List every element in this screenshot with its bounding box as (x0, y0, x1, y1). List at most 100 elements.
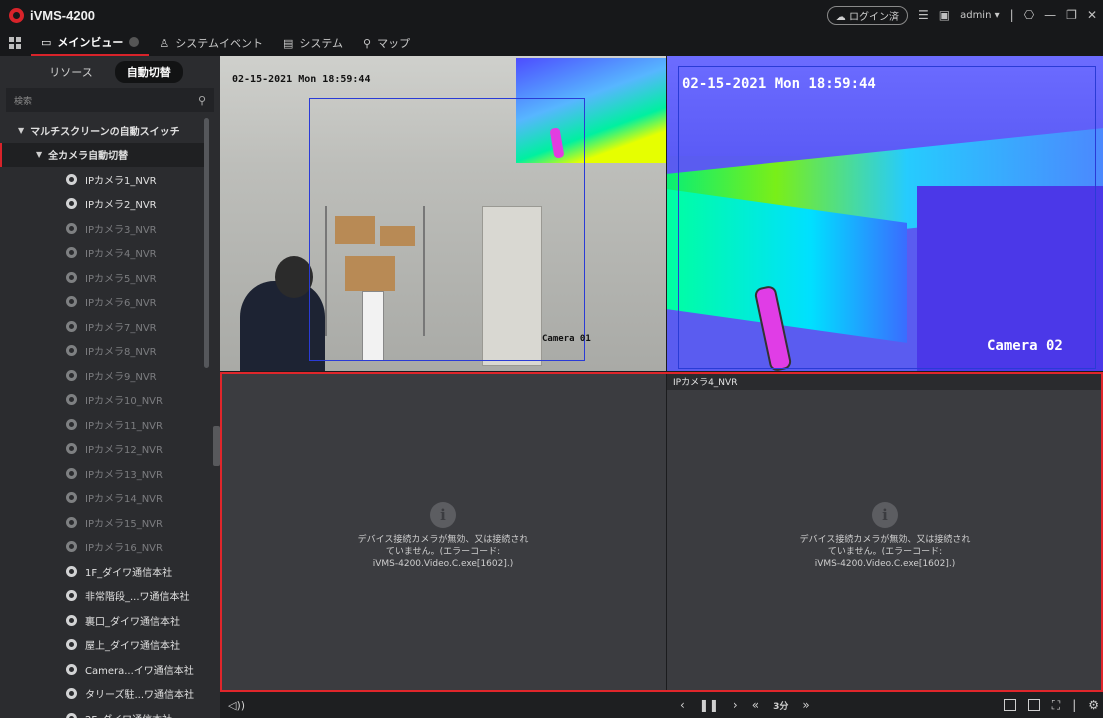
camera-list-item[interactable]: IPカメラ1_NVR (0, 167, 220, 192)
camera-label: 1F_ダイワ通信本社 (85, 567, 173, 579)
tab-resource[interactable]: リソース (37, 61, 104, 83)
fast-forward-icon[interactable]: » (802, 698, 809, 712)
tree-group[interactable]: ▼ マルチスクリーンの自動スイッチ (0, 118, 220, 143)
camera-list-item[interactable]: IPカメラ16_NVR (0, 535, 220, 560)
pause-icon[interactable]: ❚❚ (699, 698, 719, 712)
camera-icon (66, 394, 77, 406)
camera-list-item[interactable]: IPカメラ3_NVR (0, 216, 220, 241)
camera-label: 2F_ダイワ通信本社 (85, 711, 172, 718)
camera-list-item[interactable]: IPカメラ11_NVR (0, 412, 220, 437)
camera-list-item[interactable]: タリーズ駐...ワ通信本社 (0, 682, 220, 707)
camera-icon (66, 516, 77, 528)
list-icon[interactable]: ☰ (918, 8, 929, 22)
camera-list-item[interactable]: 2F_ダイワ通信本社 (0, 706, 220, 718)
camera-list-item[interactable]: 非常階段_...ワ通信本社 (0, 584, 220, 609)
video-pane-4[interactable]: IPカメラ4_NVR i デバイス接続カメラが無効、又は接続され ていません。(… (667, 372, 1103, 692)
window-stop-icon[interactable] (1027, 699, 1040, 711)
user-menu[interactable]: admin ▾ (960, 10, 1000, 21)
caret-down-icon[interactable]: ▼ (18, 126, 24, 135)
tab-map[interactable]: ⚲ マップ (353, 30, 420, 56)
camera-list-item[interactable]: IPカメラ13_NVR (0, 461, 220, 486)
minimize-icon[interactable]: — (1044, 8, 1056, 22)
rewind-icon[interactable]: « (752, 698, 759, 712)
search-placeholder: 検索 (14, 96, 33, 107)
sidebar-scrollbar[interactable] (204, 118, 209, 368)
camera-icon (66, 418, 77, 430)
camera-label: IPカメラ2_NVR (85, 200, 157, 212)
tab-main-view[interactable]: ▭ メインビュー (31, 30, 150, 56)
camera-label: IPカメラ10_NVR (85, 396, 163, 408)
camera-label: IPカメラ7_NVR (85, 322, 157, 334)
camera-icon (66, 296, 77, 308)
video-pane-3[interactable]: i デバイス接続カメラが無効、又は接続され ていません。(エラーコード: iVM… (220, 372, 666, 692)
camera-label: IPカメラ9_NVR (85, 371, 157, 383)
error-line: ていません。(エラーコード: (385, 547, 501, 557)
playback-toolbar: ◁)) ‹ ❚❚ › « 3分 » ⛶ | ⚙ (220, 692, 1103, 718)
camera-list-item[interactable]: 裏口_ダイワ通信本社 (0, 608, 220, 633)
camera-list-item[interactable]: Camera...イワ通信本社 (0, 657, 220, 682)
restore-icon[interactable]: ❐ (1066, 8, 1077, 22)
camera-icon (66, 492, 77, 504)
app-title: iVMS-4200 (30, 7, 96, 23)
map-icon: ⚲ (363, 36, 372, 50)
error-line: iVMS-4200.Video.C.exe[1602].) (372, 559, 514, 569)
tab-system-event[interactable]: ♙ システムイベント (149, 30, 273, 56)
camera-label: IPカメラ5_NVR (85, 273, 157, 285)
picture-icon[interactable]: ▣ (939, 8, 950, 22)
camera-label: IPカメラ3_NVR (85, 224, 157, 236)
camera-list-item[interactable]: IPカメラ7_NVR (0, 314, 220, 339)
tree-subgroup[interactable]: ▼ 全カメラ自動切替 (0, 142, 204, 167)
fullscreen-icon[interactable]: ⛶ (1052, 698, 1060, 713)
camera-list-item[interactable]: IPカメラ5_NVR (0, 265, 220, 290)
camera-list-item[interactable]: IPカメラ15_NVR (0, 510, 220, 535)
camera-list-item[interactable]: IPカメラ8_NVR (0, 339, 220, 364)
login-status-button[interactable]: ☁ ログイン済 (826, 5, 908, 25)
camera-list-item[interactable]: IPカメラ14_NVR (0, 486, 220, 511)
interval-select[interactable]: 3分 (773, 699, 788, 712)
camera-icon (66, 565, 77, 577)
camera-list-item[interactable]: IPカメラ9_NVR (0, 363, 220, 388)
camera-list-item[interactable]: IPカメラ10_NVR (0, 388, 220, 413)
gear-icon[interactable]: ⚙ (1088, 698, 1099, 712)
camera-label: IPカメラ12_NVR (85, 445, 163, 457)
tab-auto-switch[interactable]: 自動切替 (114, 61, 183, 83)
app-logo (9, 7, 24, 23)
camera-icon (66, 467, 77, 479)
error-line: デバイス接続カメラが無効、又は接続され (799, 535, 971, 545)
lock-icon[interactable]: ⎔ (1024, 8, 1034, 22)
person-head (275, 256, 313, 298)
sidebar-collapse-handle[interactable] (213, 426, 220, 466)
camera-list-item[interactable]: IPカメラ12_NVR (0, 437, 220, 462)
camera-list-item[interactable]: 屋上_ダイワ通信本社 (0, 633, 220, 658)
error-line: デバイス接続カメラが無効、又は接続され (357, 535, 529, 545)
camera-icon (66, 443, 77, 455)
camera-list-item[interactable]: 1F_ダイワ通信本社 (0, 559, 220, 584)
camera-list-item[interactable]: IPカメラ4_NVR (0, 241, 220, 266)
camera-label: IPカメラ15_NVR (85, 518, 163, 530)
detection-box (309, 98, 585, 361)
camera-label: Camera...イワ通信本社 (85, 665, 194, 677)
search-input[interactable]: 検索 ⚲ (6, 88, 214, 112)
video-pane-2[interactable]: 02-15-2021 Mon 18:59:44 Camera 02 (667, 56, 1103, 371)
next-icon[interactable]: › (733, 698, 738, 712)
close-icon[interactable]: ✕ (1087, 8, 1097, 22)
camera-label: タリーズ駐...ワ通信本社 (85, 690, 195, 702)
camera-list-item[interactable]: IPカメラ2_NVR (0, 192, 220, 217)
layout-icon[interactable] (1003, 699, 1016, 711)
search-icon[interactable]: ⚲ (198, 94, 206, 107)
volume-icon[interactable]: ◁)) (228, 699, 245, 712)
camera-list-item[interactable]: IPカメラ6_NVR (0, 290, 220, 315)
monitor-icon: ▭ (41, 35, 52, 49)
camera-label: IPカメラ4_NVR (85, 249, 157, 261)
tab-system[interactable]: ▤ システム (273, 30, 353, 56)
osd-timestamp: 02-15-2021 Mon 18:59:44 (682, 76, 876, 92)
video-pane-1[interactable]: 02-15-2021 Mon 18:59:44 Camera 01 (220, 56, 666, 371)
tab-close-icon[interactable] (129, 37, 140, 47)
info-icon: i (430, 502, 456, 528)
module-grid-icon[interactable] (9, 37, 21, 49)
camera-label: IPカメラ1_NVR (85, 175, 157, 187)
caret-down-icon[interactable]: ▼ (36, 150, 42, 159)
sidebar-tabs: リソース 自動切替 (0, 56, 220, 88)
user-name: admin (960, 9, 992, 21)
previous-icon[interactable]: ‹ (680, 698, 685, 712)
